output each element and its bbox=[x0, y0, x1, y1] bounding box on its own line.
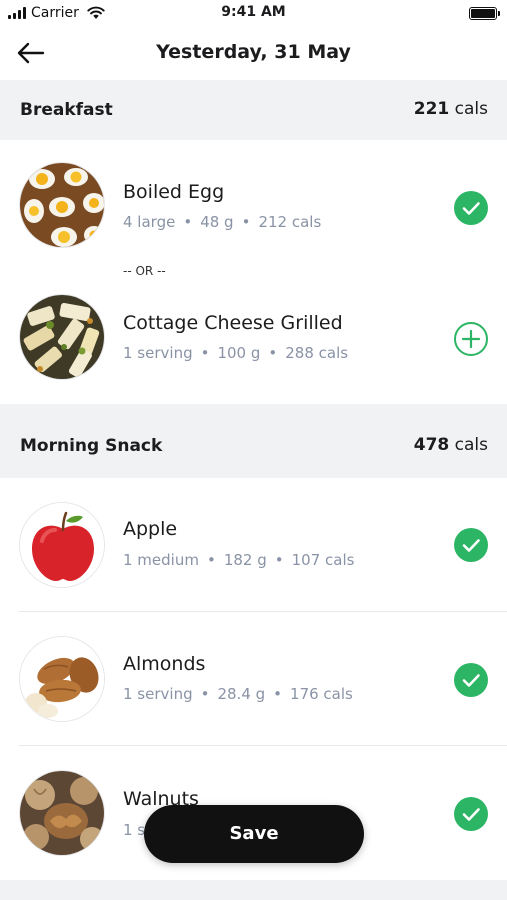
section-cals-value: 221 bbox=[413, 99, 450, 119]
food-name: Apple bbox=[123, 518, 178, 540]
food-calories: 288 cals bbox=[285, 344, 349, 362]
meta-separator: • bbox=[206, 551, 216, 569]
food-weight: 28.4 g bbox=[217, 685, 266, 703]
walnuts-image bbox=[19, 770, 105, 856]
food-quantity: 1 serving bbox=[123, 344, 193, 362]
food-quantity: 1 s bbox=[123, 821, 146, 839]
status-bar: Carrier 9:41 AM bbox=[0, 0, 507, 26]
section-title: Breakfast bbox=[20, 100, 113, 120]
status-time: 9:41 AM bbox=[221, 4, 286, 20]
meta-separator: • bbox=[183, 213, 193, 231]
selected-check-button[interactable] bbox=[454, 191, 488, 225]
section-header-morning-snack: Morning Snack 478 cals bbox=[0, 404, 507, 478]
cottage-cheese-image bbox=[19, 294, 105, 380]
nav-header: Yesterday, 31 May bbox=[0, 26, 507, 80]
food-weight: 48 g bbox=[200, 213, 234, 231]
checkmark-icon bbox=[462, 202, 480, 215]
page-title: Yesterday, 31 May bbox=[156, 41, 351, 63]
food-meta: 1 medium • 182 g • 107 cals bbox=[123, 551, 354, 569]
or-separator: -- OR -- bbox=[123, 264, 166, 278]
food-name: Boiled Egg bbox=[123, 181, 225, 203]
food-name: Cottage Cheese Grilled bbox=[123, 312, 343, 334]
food-meta: 1 serving • 100 g • 288 cals bbox=[123, 344, 348, 362]
food-calories: 107 cals bbox=[291, 551, 355, 569]
meta-separator: • bbox=[273, 685, 283, 703]
apple-image bbox=[19, 502, 105, 588]
meta-separator: • bbox=[274, 551, 284, 569]
food-name: Almonds bbox=[123, 653, 206, 675]
food-meta: 1 serving • 28.4 g • 176 cals bbox=[123, 685, 353, 703]
section-title: Morning Snack bbox=[20, 436, 163, 456]
food-row-boiled-egg[interactable]: Boiled Egg 4 large • 48 g • 212 cals bbox=[0, 140, 507, 264]
next-section-header bbox=[0, 880, 507, 900]
almonds-image bbox=[19, 636, 105, 722]
section-cals-unit: cals bbox=[454, 99, 488, 119]
meta-separator: • bbox=[268, 344, 278, 362]
food-row-cottage-cheese[interactable]: Cottage Cheese Grilled 1 serving • 100 g • 2… bbox=[0, 280, 507, 404]
checkmark-icon bbox=[462, 808, 480, 821]
food-row-apple[interactable]: Apple 1 medium • 182 g • 107 cals bbox=[0, 478, 507, 612]
food-weight: 182 g bbox=[223, 551, 267, 569]
battery-icon bbox=[469, 7, 500, 20]
checkmark-icon bbox=[462, 674, 480, 687]
food-quantity: 4 large bbox=[123, 213, 176, 231]
section-cals-value: 478 bbox=[413, 435, 450, 455]
food-meta: 1 s bbox=[123, 821, 145, 839]
meta-separator: • bbox=[200, 344, 210, 362]
section-header-breakfast: Breakfast 221 cals bbox=[0, 80, 507, 140]
food-quantity: 1 medium bbox=[123, 551, 199, 569]
section-cals: 478 cals bbox=[414, 435, 488, 455]
food-weight: 100 g bbox=[217, 344, 261, 362]
add-food-button[interactable] bbox=[454, 322, 488, 356]
food-row-almonds[interactable]: Almonds 1 serving • 28.4 g • 176 cals bbox=[0, 612, 507, 746]
checkmark-icon bbox=[462, 539, 480, 552]
section-cals-unit: cals bbox=[454, 435, 488, 455]
save-button[interactable]: Save bbox=[144, 805, 364, 863]
selected-check-button[interactable] bbox=[454, 663, 488, 697]
food-calories: 176 cals bbox=[290, 685, 353, 703]
meta-separator: • bbox=[241, 213, 251, 231]
plus-icon bbox=[461, 329, 481, 349]
food-quantity: 1 serving bbox=[123, 685, 193, 703]
boiled-egg-image bbox=[19, 162, 105, 248]
section-cals: 221 cals bbox=[414, 99, 488, 119]
meta-separator: • bbox=[200, 685, 210, 703]
food-calories: 212 cals bbox=[258, 213, 322, 231]
selected-check-button[interactable] bbox=[454, 797, 488, 831]
food-meta: 4 large • 48 g • 212 cals bbox=[123, 213, 321, 231]
selected-check-button[interactable] bbox=[454, 528, 488, 562]
